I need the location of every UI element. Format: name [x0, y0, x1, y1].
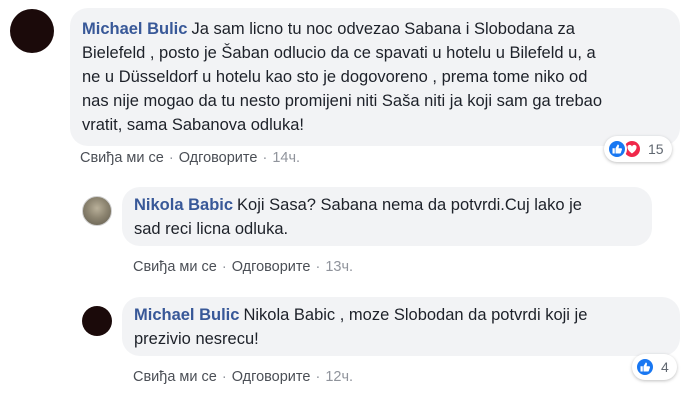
comment-line: nas nije mogao da tu nesto promijeni nit… [82, 92, 603, 110]
comment-timestamp[interactable]: 12ч. [325, 369, 353, 385]
comment-timestamp[interactable]: 14ч. [272, 150, 300, 166]
comment-text: Nikola Babic , moze Slobodan da potvrdi … [243, 306, 588, 324]
comment-line: Bielefeld , posto je Šaban odlucio da ce… [82, 44, 596, 62]
comment-line: Michael Bulic Ja sam licno tu noc odvezao… [82, 17, 668, 41]
reaction-summary[interactable]: 4 [632, 354, 677, 380]
reply-button[interactable]: Одговорите [232, 369, 311, 385]
reaction-count: 15 [648, 141, 664, 157]
comment-line: prezivio nesrecu! [134, 330, 259, 348]
reaction-summary[interactable]: 15 [604, 136, 672, 162]
comment-line: Michael Bulic Nikola Babic , moze Sloboda… [134, 303, 668, 327]
comment-bubble: Nikola Babic Koji Sasa? Sabana nema da po… [122, 187, 652, 246]
comment-bubble: Michael Bulic Ja sam licno tu noc odvezao… [70, 8, 680, 146]
like-button[interactable]: Свиђа ми се [133, 369, 217, 385]
comment-line: sad reci licna odluka. [134, 220, 289, 238]
commenter-avatar[interactable] [82, 306, 112, 336]
reaction-count: 4 [661, 359, 669, 375]
comment-author[interactable]: Nikola Babic [134, 196, 233, 214]
separator-dot: · [221, 259, 227, 275]
commenter-avatar[interactable] [10, 9, 54, 53]
separator-dot: · [315, 369, 321, 385]
comment-line: vratit, sama Sabanova odluka! [82, 116, 304, 134]
separator-dot: · [262, 150, 268, 166]
like-button[interactable]: Свиђа ми се [133, 259, 217, 275]
separator-dot: · [168, 150, 174, 166]
comment-text: Ja sam licno tu noc odvezao Sabana i Slo… [191, 20, 575, 38]
reply-button[interactable]: Одговорите [179, 150, 258, 166]
comment-actions: Свиђа ми се · Одговорите · 13ч. [133, 259, 353, 275]
separator-dot: · [315, 259, 321, 275]
comment-timestamp[interactable]: 13ч. [325, 259, 353, 275]
comment-bubble: Michael Bulic Nikola Babic , moze Sloboda… [122, 297, 680, 356]
separator-dot: · [221, 369, 227, 385]
commenter-avatar[interactable] [82, 196, 112, 226]
reply-button[interactable]: Одговорите [232, 259, 311, 275]
like-icon [635, 357, 655, 377]
comment-actions: Свиђа ми се · Одговорите · 12ч. [133, 369, 353, 385]
comment-actions: Свиђа ми се · Одговорите · 14ч. [80, 150, 300, 166]
comment-text: Koji Sasa? Sabana nema da potvrdi.Cuj la… [237, 196, 582, 214]
comment-line: ne u Düsseldorf u hotelu kao sto je dogo… [82, 68, 588, 86]
comment-author[interactable]: Michael Bulic [134, 306, 239, 324]
comment-line: Nikola Babic Koji Sasa? Sabana nema da po… [134, 193, 640, 217]
like-icon [607, 139, 627, 159]
comment-author[interactable]: Michael Bulic [82, 20, 187, 38]
like-button[interactable]: Свиђа ми се [80, 150, 164, 166]
